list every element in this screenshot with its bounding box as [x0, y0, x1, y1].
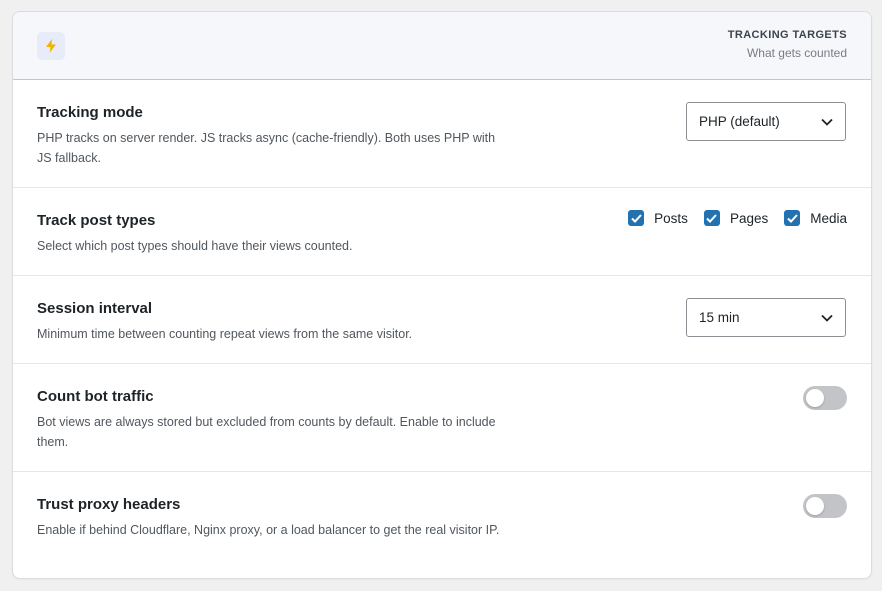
post-type-checkboxes: Posts Pages Media: [612, 210, 847, 226]
setting-description: Bot views are always stored but excluded…: [37, 415, 496, 449]
select-value: PHP (default): [699, 114, 780, 129]
session-interval-select[interactable]: 15 min: [686, 298, 846, 337]
setting-row-tracking-mode: Tracking mode PHP tracks on server rende…: [13, 80, 871, 188]
checkbox-posts[interactable]: Posts: [628, 210, 688, 226]
card-header: TRACKING TARGETS What gets counted: [13, 12, 871, 80]
toggle-knob: [806, 497, 824, 515]
setting-description: Select which post types should have thei…: [37, 239, 353, 253]
chevron-down-icon: [821, 314, 833, 322]
checkbox-checked-icon[interactable]: [628, 210, 645, 226]
section-title: TRACKING TARGETS: [727, 29, 847, 41]
checkbox-checked-icon[interactable]: [703, 210, 720, 226]
setting-description: Minimum time between counting repeat vie…: [37, 327, 413, 341]
select-value: 15 min: [699, 310, 740, 325]
setting-description: Enable if behind Cloudflare, Nginx proxy…: [37, 523, 500, 537]
tracking-mode-select[interactable]: PHP (default): [686, 102, 846, 141]
setting-row-count-bot-traffic: Count bot traffic Bot views are always s…: [13, 364, 871, 472]
setting-row-trust-proxy-headers: Trust proxy headers Enable if behind Clo…: [13, 472, 871, 578]
section-subtitle: What gets counted: [746, 46, 847, 60]
checkbox-label: Pages: [729, 210, 769, 226]
checkbox-label: Posts: [654, 210, 688, 226]
toggle-knob: [806, 389, 824, 407]
setting-title: Count bot traffic: [37, 388, 154, 405]
lightning-bolt-icon: [37, 32, 65, 60]
chevron-down-icon: [821, 118, 833, 126]
setting-title: Trust proxy headers: [37, 496, 181, 513]
setting-row-session-interval: Session interval Minimum time between co…: [13, 276, 871, 364]
checkbox-media[interactable]: Media: [784, 210, 847, 226]
setting-row-track-post-types: Track post types Select which post types…: [13, 188, 871, 276]
trust-proxy-headers-toggle[interactable]: [803, 494, 847, 518]
count-bot-traffic-toggle[interactable]: [803, 386, 847, 410]
checkbox-pages[interactable]: Pages: [703, 210, 769, 226]
setting-description: PHP tracks on server render. JS tracks a…: [37, 131, 496, 165]
header-text: TRACKING TARGETS What gets counted: [728, 29, 847, 60]
checkbox-checked-icon[interactable]: [784, 210, 801, 226]
checkbox-label: Media: [810, 210, 847, 226]
tracking-targets-card: TRACKING TARGETS What gets counted Track…: [12, 11, 872, 579]
